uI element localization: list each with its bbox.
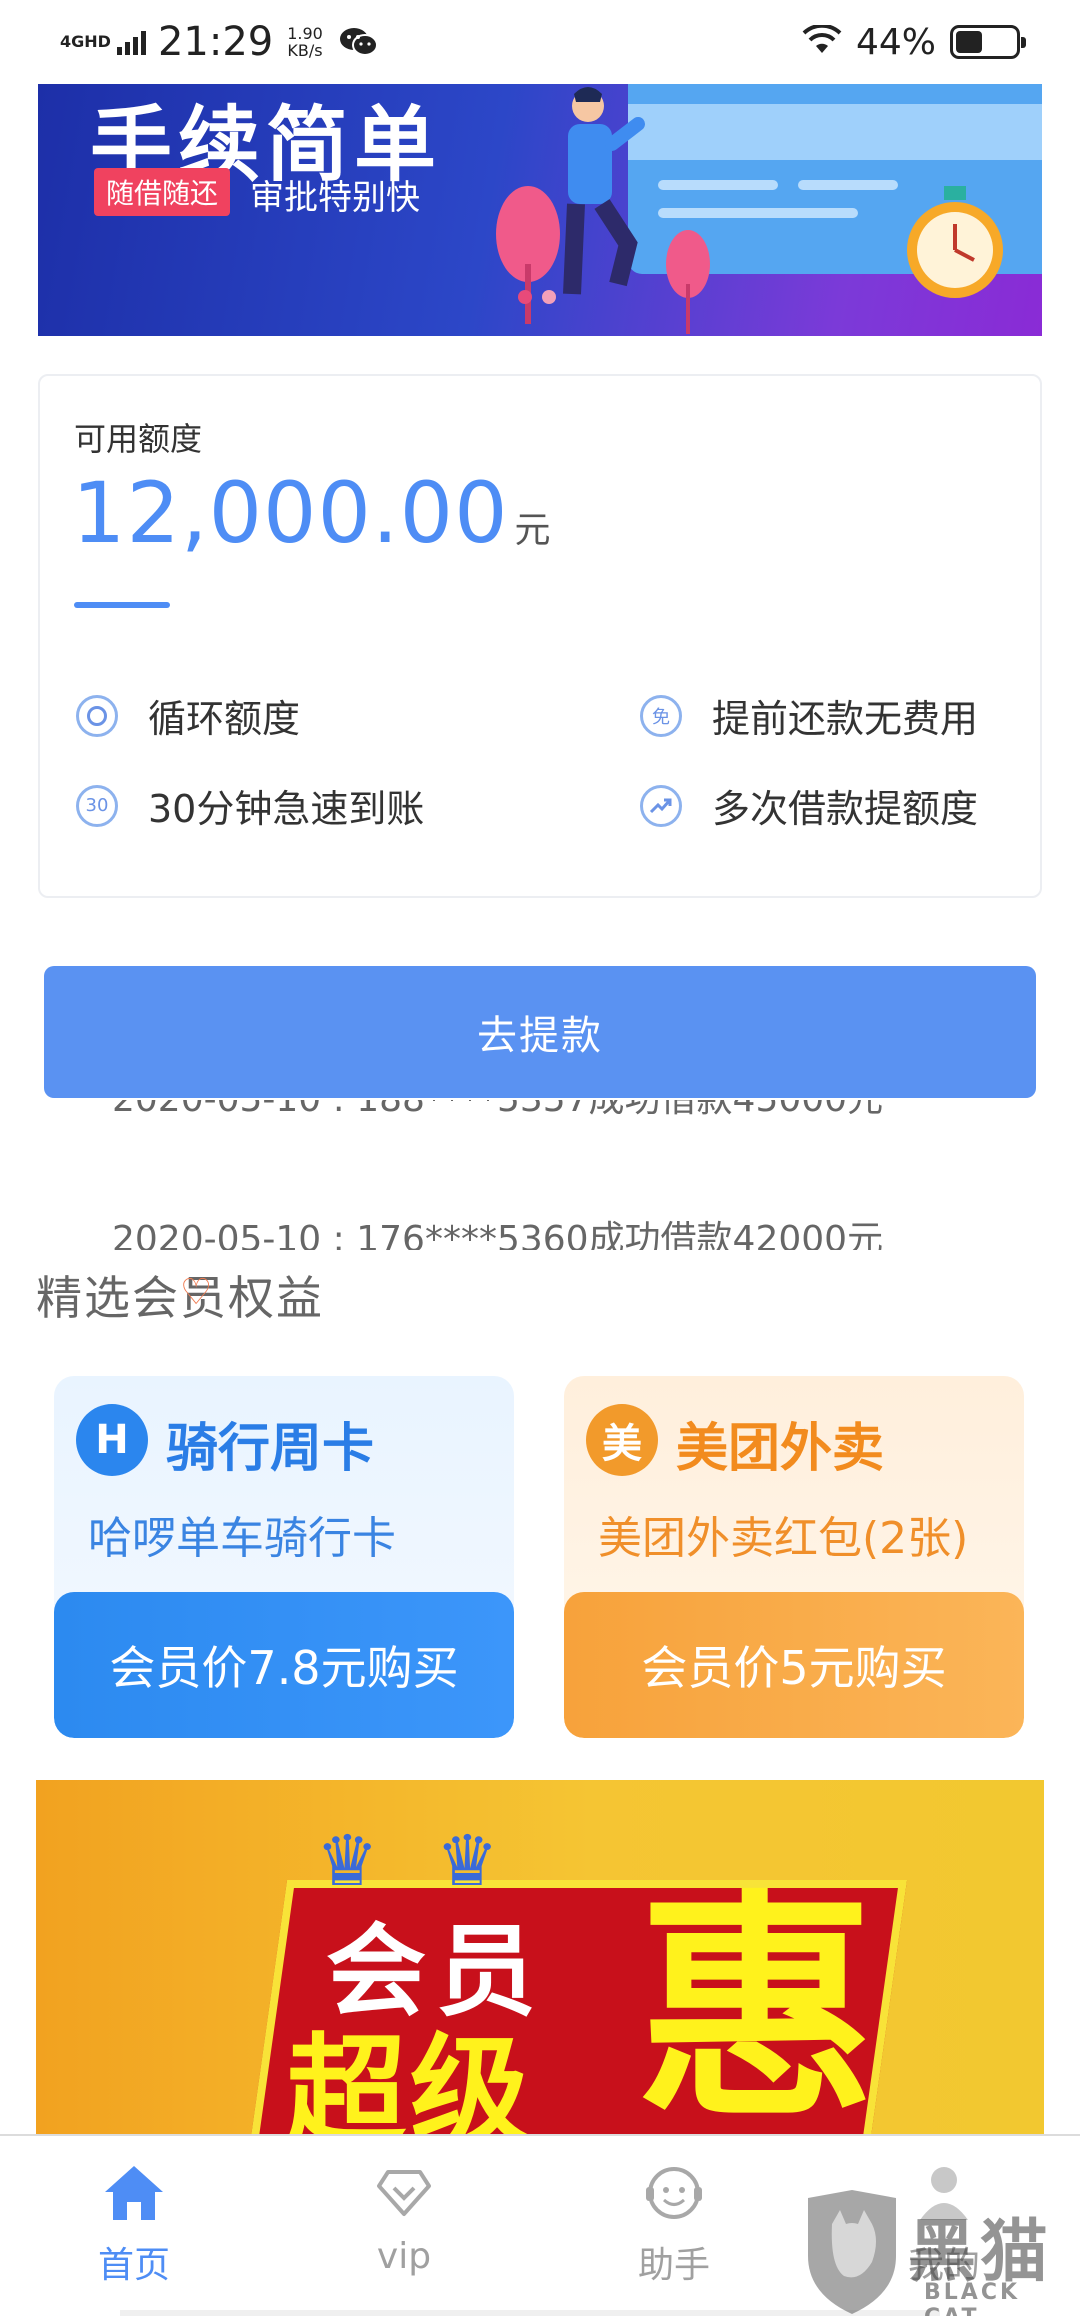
nav-label: 助手 — [637, 2245, 710, 2286]
nav-assistant[interactable]: 助手 — [574, 2160, 774, 2288]
buy-button[interactable]: 会员价7.8元购买 — [54, 1592, 514, 1738]
withdraw-button[interactable]: 去提款 — [44, 966, 1036, 1098]
feature-label: 多次借款提额度 — [712, 787, 979, 831]
benefit-name: 骑行周卡 — [166, 1419, 375, 1479]
wifi-icon — [802, 23, 842, 59]
trend-up-icon — [640, 784, 682, 827]
credit-quota-card: 可用额度 12,000.00 元 循环额度 免 提前还款无费用 30 30分钟急… — [38, 374, 1042, 898]
banner-subtitle: 审批特别快 — [250, 178, 420, 218]
blackcat-watermark: 黑猫 BLACK CAT — [800, 2190, 1080, 2316]
nav-label: 首页 — [97, 2245, 170, 2286]
nav-vip[interactable]: vip — [304, 2160, 504, 2277]
benefit-name: 美团外卖 — [676, 1419, 885, 1479]
clock: 21:29 — [157, 19, 274, 65]
quota-amount: 12,000.00 元 — [72, 464, 551, 562]
member-promo-banner[interactable]: ♛ ♛ 会员 超级 惠 — [36, 1780, 1044, 2134]
wechat-icon — [339, 25, 379, 59]
banner-tag: 随借随还 — [94, 168, 231, 216]
carousel-indicator — [518, 290, 556, 304]
amount-underline — [74, 602, 170, 608]
signal-icon — [116, 29, 146, 55]
feature-fast-arrival: 30 30分钟急速到账 — [76, 778, 424, 833]
status-bar: 4GHD 21:29 1.90 KB/s 44% — [0, 0, 1080, 84]
diamond-icon — [304, 2160, 504, 2226]
promo-line-2: 超级 — [286, 2023, 534, 2134]
quota-amount-unit: 元 — [514, 510, 551, 551]
quota-amount-value: 12,000.00 — [72, 464, 509, 562]
loan-ticker: 2020-05-10 : 188****5357成功借款45000元 2020-… — [0, 1100, 1080, 1250]
battery-icon — [950, 25, 1026, 59]
ticker-line: 2020-05-10 : 188****5357成功借款45000元 — [112, 1100, 883, 1122]
feature-label: 30分钟急速到账 — [148, 787, 425, 831]
battery-percent: 44% — [855, 21, 936, 63]
ticker-line: 2020-05-10 : 176****5360成功借款42000元 — [112, 1219, 884, 1250]
benefit-desc: 哈啰单车骑行卡 — [88, 1513, 396, 1564]
nav-home[interactable]: 首页 — [34, 2160, 234, 2288]
network-speed: 1.90 KB/s — [287, 25, 323, 59]
benefit-desc: 美团外卖红包(2张) — [598, 1513, 969, 1564]
cat-shield-icon — [808, 2190, 896, 2314]
buy-button[interactable]: 会员价5元购买 — [564, 1592, 1024, 1738]
feature-cycle-quota: 循环额度 — [76, 688, 300, 743]
feature-raise-quota: 多次借款提额度 — [640, 778, 978, 833]
tree-illustration — [666, 230, 710, 334]
cycle-icon — [76, 694, 118, 737]
feature-label: 提前还款无费用 — [712, 697, 979, 741]
watermark-subtext: BLACK CAT — [924, 2280, 1021, 2316]
promo-line-3: 惠 — [636, 1870, 877, 2134]
benefit-card-meituan[interactable]: 美 美团外卖 美团外卖红包(2张) 会员价5元购买 — [564, 1376, 1024, 1738]
assistant-icon — [574, 2160, 774, 2226]
home-icon — [34, 2160, 234, 2226]
diamond-icon: ♡ — [180, 1272, 213, 1313]
benefit-card-cycling[interactable]: H 骑行周卡 哈啰单车骑行卡 会员价7.8元购买 — [54, 1376, 514, 1738]
hellobike-logo-icon: H — [76, 1404, 148, 1476]
feature-prepay-free: 免 提前还款无费用 — [640, 688, 978, 743]
quota-label: 可用额度 — [74, 420, 203, 458]
fee-free-icon: 免 — [640, 694, 682, 737]
network-speed-unit: KB/s — [287, 41, 323, 60]
meituan-logo-icon: 美 — [586, 1404, 658, 1476]
top-banner[interactable]: 手续简单 随借随还 审批特别快 — [38, 84, 1042, 336]
feature-label: 循环额度 — [148, 697, 301, 741]
network-type: 4GHD — [60, 32, 111, 51]
stopwatch-icon — [907, 186, 1003, 298]
nav-label: vip — [376, 2236, 432, 2277]
thirty-minutes-icon: 30 — [76, 784, 118, 827]
